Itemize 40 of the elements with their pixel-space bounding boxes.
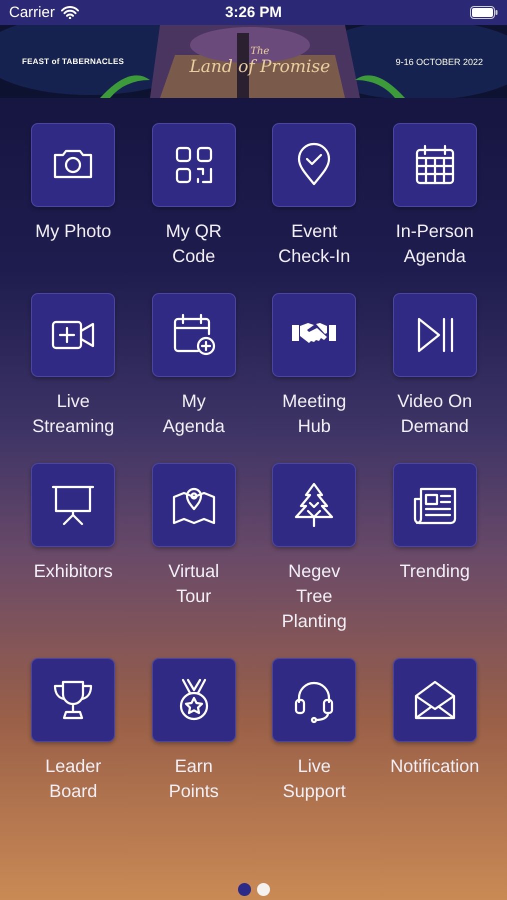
tile-label[interactable]: Earn Points <box>168 754 219 804</box>
banner-title-prefix: The <box>250 46 270 57</box>
tile-label[interactable]: In-Person Agenda <box>396 219 474 269</box>
menu-tile[interactable] <box>31 293 116 377</box>
battery-icon <box>470 6 498 19</box>
menu-tile[interactable] <box>392 293 477 377</box>
tile-label[interactable]: My QR Code <box>166 219 222 269</box>
tile-label[interactable]: My Photo <box>35 219 112 244</box>
menu-tile[interactable] <box>152 658 236 742</box>
tile-label[interactable]: Event Check-In <box>278 219 350 269</box>
carrier-text: Carrier <box>9 4 55 21</box>
menu-tile[interactable] <box>392 658 477 742</box>
menu-tile[interactable] <box>272 463 356 547</box>
menu-tile[interactable] <box>272 123 356 207</box>
tile-label[interactable]: Negev Tree Planting <box>282 559 347 634</box>
tile-label[interactable]: Virtual Tour <box>168 559 220 609</box>
time-text: 3:26 PM <box>225 4 282 21</box>
event-name: FEAST of TABERNACLES <box>22 57 124 66</box>
tile-label[interactable]: Trending <box>400 559 470 584</box>
menu-tile[interactable] <box>392 123 477 207</box>
tile-label[interactable]: Live Streaming <box>32 389 114 439</box>
menu-tile[interactable] <box>152 293 236 377</box>
tile-label[interactable]: Live Support <box>282 754 346 804</box>
menu-tile[interactable] <box>31 658 116 742</box>
menu-tile[interactable] <box>392 463 477 547</box>
wifi-icon <box>60 6 79 19</box>
event-dates: 9-16 OCTOBER 2022 <box>396 56 483 66</box>
menu-tile[interactable] <box>31 463 116 547</box>
tile-label[interactable]: Leader Board <box>45 754 102 804</box>
tile-label[interactable]: Video On Demand <box>397 389 472 439</box>
menu-tile[interactable] <box>152 463 236 547</box>
tile-label[interactable]: Meeting Hub <box>282 389 346 439</box>
tile-label[interactable]: My Agenda <box>162 389 225 439</box>
tile-label[interactable]: Exhibitors <box>34 559 113 584</box>
banner-title: Land of Promise <box>189 57 330 77</box>
menu-tile[interactable] <box>272 293 356 377</box>
menu-tile[interactable] <box>272 658 356 742</box>
menu-tile[interactable] <box>31 123 116 207</box>
menu-tile[interactable] <box>152 123 236 207</box>
tile-label[interactable]: Notification <box>390 754 480 779</box>
